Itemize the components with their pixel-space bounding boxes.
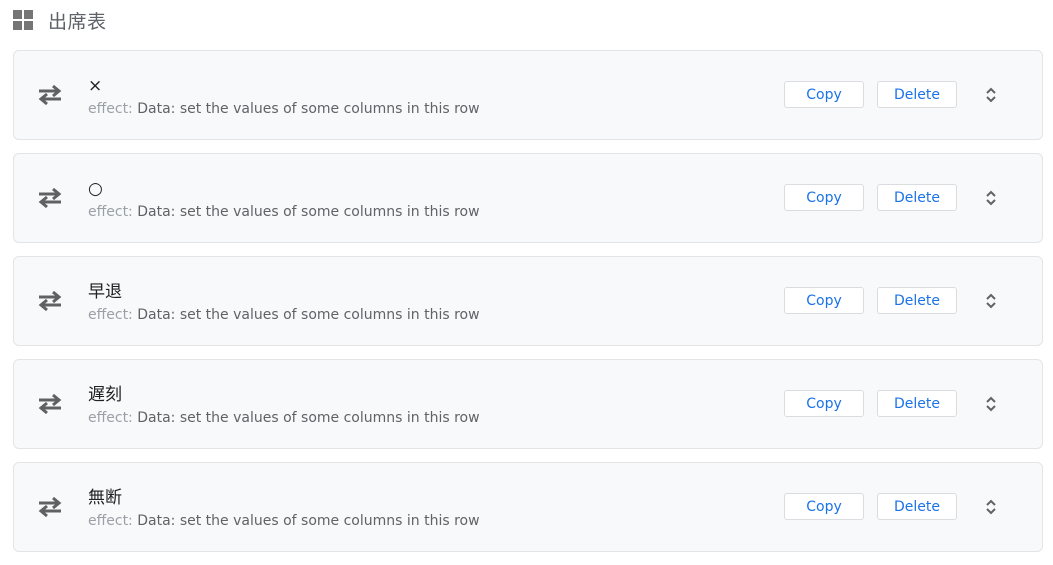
action-text: 早退 effect: Data: set the values of some … — [88, 280, 480, 323]
action-card[interactable]: ○ effect: Data: set the values of some c… — [13, 153, 1043, 243]
action-effect: effect: Data: set the values of some col… — [88, 410, 480, 426]
action-name: × — [88, 76, 103, 96]
unfold-more-icon[interactable] — [984, 395, 998, 413]
action-name: 無断 — [88, 488, 122, 508]
swap-arrows-icon — [38, 393, 62, 415]
unfold-more-icon[interactable] — [984, 292, 998, 310]
copy-button[interactable]: Copy — [784, 184, 864, 211]
copy-button[interactable]: Copy — [784, 287, 864, 314]
effect-value: Data: set the values of some columns in … — [137, 307, 480, 323]
copy-button[interactable]: Copy — [784, 390, 864, 417]
effect-label: effect: — [88, 204, 133, 220]
action-text: 遅刻 effect: Data: set the values of some … — [88, 383, 480, 426]
delete-button[interactable]: Delete — [877, 81, 957, 108]
swap-arrows-icon — [38, 496, 62, 518]
effect-value: Data: set the values of some columns in … — [137, 513, 480, 529]
effect-label: effect: — [88, 513, 133, 529]
section-header: 出席表 — [13, 8, 107, 33]
copy-button[interactable]: Copy — [784, 81, 864, 108]
effect-value: Data: set the values of some columns in … — [137, 101, 480, 117]
unfold-more-icon[interactable] — [984, 498, 998, 516]
swap-arrows-icon — [38, 187, 62, 209]
action-card[interactable]: 早退 effect: Data: set the values of some … — [13, 256, 1043, 346]
action-card[interactable]: 無断 effect: Data: set the values of some … — [13, 462, 1043, 552]
unfold-more-icon[interactable] — [984, 86, 998, 104]
copy-button[interactable]: Copy — [784, 493, 864, 520]
effect-value: Data: set the values of some columns in … — [137, 204, 480, 220]
section-title: 出席表 — [48, 10, 107, 33]
delete-button[interactable]: Delete — [877, 287, 957, 314]
action-effect: effect: Data: set the values of some col… — [88, 513, 480, 529]
effect-label: effect: — [88, 307, 133, 323]
action-text: ○ effect: Data: set the values of some c… — [88, 177, 480, 220]
action-effect: effect: Data: set the values of some col… — [88, 204, 480, 220]
delete-button[interactable]: Delete — [877, 184, 957, 211]
effect-label: effect: — [88, 101, 133, 117]
grid-view-icon — [13, 10, 33, 30]
action-card[interactable]: × effect: Data: set the values of some c… — [13, 50, 1043, 140]
action-name: 遅刻 — [88, 385, 122, 405]
effect-label: effect: — [88, 410, 133, 426]
delete-button[interactable]: Delete — [877, 493, 957, 520]
swap-arrows-icon — [38, 290, 62, 312]
delete-button[interactable]: Delete — [877, 390, 957, 417]
action-text: 無断 effect: Data: set the values of some … — [88, 486, 480, 529]
action-effect: effect: Data: set the values of some col… — [88, 307, 480, 323]
action-card[interactable]: 遅刻 effect: Data: set the values of some … — [13, 359, 1043, 449]
action-name: ○ — [88, 179, 103, 199]
action-text: × effect: Data: set the values of some c… — [88, 74, 480, 117]
effect-value: Data: set the values of some columns in … — [137, 410, 480, 426]
action-name: 早退 — [88, 282, 122, 302]
unfold-more-icon[interactable] — [984, 189, 998, 207]
swap-arrows-icon — [38, 84, 62, 106]
action-effect: effect: Data: set the values of some col… — [88, 101, 480, 117]
action-list: × effect: Data: set the values of some c… — [13, 50, 1043, 565]
